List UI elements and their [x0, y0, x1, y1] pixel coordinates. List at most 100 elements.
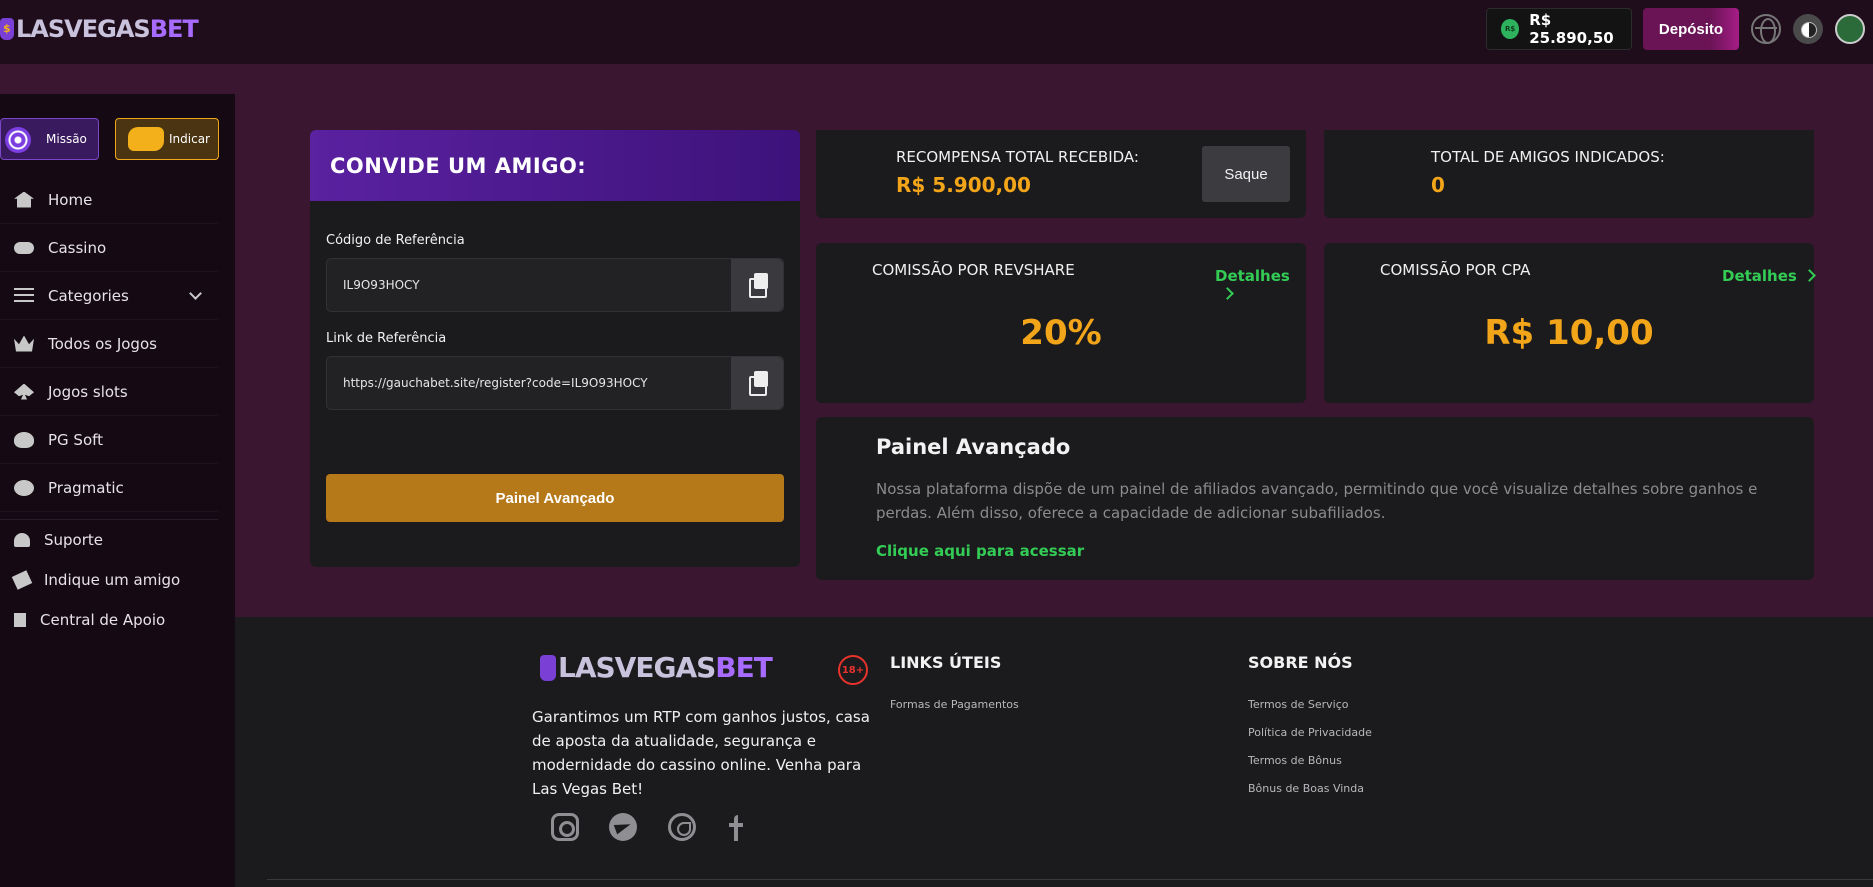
age-restriction-badge: 18+	[838, 655, 868, 685]
referral-link-value: https://gauchabet.site/register?code=IL9…	[343, 376, 648, 390]
about-column-title: SOBRE NÓS	[1248, 653, 1353, 672]
reward-value: R$ 5.900,00	[896, 173, 1031, 197]
reward-label: RECOMPENSA TOTAL RECEBIDA:	[896, 148, 1139, 166]
footer-logo-text-accent: BET	[715, 651, 773, 684]
sidebar-item-jogos-slots[interactable]: Jogos slots	[0, 368, 218, 416]
sidebar: Missão Indicar Home Cassino Categories T…	[0, 94, 235, 887]
cpa-value: R$ 10,00	[1484, 313, 1654, 353]
cpa-label: COMISSÃO POR CPA	[1380, 261, 1531, 279]
link-label: Link de Referência	[326, 331, 447, 346]
revshare-card: COMISSÃO POR REVSHARE Detalhes 20%	[816, 243, 1306, 403]
sidebar-divider	[0, 512, 218, 520]
friends-card: TOTAL DE AMIGOS INDICADOS: 0	[1324, 130, 1814, 218]
referral-code-field[interactable]: IL9O93HOCY	[326, 258, 784, 312]
footer-link-payments[interactable]: Formas de Pagamentos	[890, 698, 1019, 711]
cpa-card: COMISSÃO POR CPA Detalhes R$ 10,00	[1324, 243, 1814, 403]
invite-title: CONVIDE UM AMIGO:	[310, 130, 800, 201]
sidebar-item-cassino[interactable]: Cassino	[0, 224, 218, 272]
paw-icon	[14, 431, 34, 448]
indicar-label: Indicar	[169, 132, 210, 146]
footer-logo-text-main: LASVEGAS	[558, 651, 716, 684]
spade-icon	[14, 383, 34, 400]
sidebar-item-label: Indique um amigo	[44, 571, 181, 589]
sidebar-item-pragmatic[interactable]: Pragmatic	[0, 464, 218, 512]
coins-icon	[128, 127, 164, 151]
gamepad-icon	[14, 241, 34, 254]
chevron-down-icon[interactable]	[189, 287, 202, 300]
logo-text-accent: BET	[149, 15, 199, 43]
footer-link-bonus-terms[interactable]: Termos de Bônus	[1248, 754, 1342, 767]
logo-text-main: LASVEGAS	[16, 15, 151, 43]
advanced-panel-title: Painel Avançado	[876, 435, 1071, 459]
indicar-button[interactable]: Indicar	[115, 118, 219, 160]
money-bag-icon	[0, 18, 14, 40]
revshare-details-link[interactable]: Detalhes	[1215, 267, 1306, 303]
sidebar-menu: Home Cassino Categories Todos os Jogos J…	[0, 176, 218, 640]
sidebar-item-label: Home	[48, 190, 93, 209]
footer-link-privacy[interactable]: Política de Privacidade	[1248, 726, 1372, 739]
telegram-icon[interactable]	[609, 813, 637, 841]
pragmatic-icon	[14, 479, 34, 496]
sidebar-item-categories[interactable]: Categories	[0, 272, 218, 320]
sidebar-item-suporte[interactable]: Suporte	[0, 520, 218, 560]
theme-toggle-icon[interactable]	[1793, 14, 1823, 44]
target-icon	[5, 127, 31, 153]
globe-icon[interactable]	[1751, 14, 1781, 44]
copy-icon[interactable]	[731, 357, 783, 409]
deposit-button[interactable]: Depósito	[1643, 8, 1739, 50]
sidebar-item-todos-jogos[interactable]: Todos os Jogos	[0, 320, 218, 368]
sidebar-item-label: Cassino	[48, 238, 107, 257]
friends-label: TOTAL DE AMIGOS INDICADOS:	[1431, 148, 1665, 166]
links-column-title: LINKS ÚTEIS	[890, 653, 1002, 672]
sidebar-item-indique-amigo[interactable]: Indique um amigo	[0, 560, 218, 600]
list-icon	[14, 287, 34, 304]
document-icon	[14, 613, 26, 627]
advanced-panel-button[interactable]: Painel Avançado	[326, 474, 784, 522]
crown-icon	[14, 335, 34, 352]
sidebar-item-home[interactable]: Home	[0, 176, 218, 224]
footer-description: Garantimos um RTP com ganhos justos, cas…	[532, 708, 870, 798]
revshare-label: COMISSÃO POR REVSHARE	[872, 261, 1075, 279]
home-icon	[14, 191, 34, 208]
revshare-value: 20%	[1020, 313, 1102, 353]
ticket-icon	[11, 570, 33, 590]
avatar[interactable]	[1835, 14, 1865, 44]
site-logo[interactable]: LASVEGAS BET	[0, 12, 199, 46]
invite-card: CONVIDE UM AMIGO: Código de Referência I…	[310, 130, 800, 567]
balance-value: R$ 25.890,50	[1529, 11, 1614, 47]
footer-logo[interactable]: LASVEGAS BET	[540, 651, 773, 684]
cpa-details-link[interactable]: Detalhes	[1722, 267, 1814, 285]
code-label: Código de Referência	[326, 233, 465, 248]
coin-icon: R$	[1501, 19, 1520, 39]
sidebar-item-label: Central de Apoio	[40, 611, 166, 629]
referral-link-field[interactable]: https://gauchabet.site/register?code=IL9…	[326, 356, 784, 410]
whatsapp-icon[interactable]	[668, 813, 696, 841]
sidebar-item-label: Pragmatic	[48, 478, 124, 497]
instagram-icon[interactable]	[551, 813, 579, 841]
footer-divider	[267, 879, 1873, 880]
sidebar-item-label: Jogos slots	[48, 382, 128, 401]
saque-button[interactable]: Saque	[1202, 146, 1290, 202]
advanced-panel-card: Painel Avançado Nossa plataforma dispõe …	[816, 417, 1814, 580]
copy-icon[interactable]	[731, 259, 783, 311]
referral-code-value: IL9O93HOCY	[343, 278, 420, 292]
sidebar-item-pg-soft[interactable]: PG Soft	[0, 416, 218, 464]
sidebar-item-label: Suporte	[44, 531, 104, 549]
friends-value: 0	[1431, 173, 1445, 197]
headset-icon	[14, 533, 30, 547]
sidebar-item-label: PG Soft	[48, 430, 104, 449]
advanced-panel-description: Nossa plataforma dispõe de um painel de …	[876, 480, 1758, 522]
footer-link-welcome-bonus[interactable]: Bônus de Boas Vinda	[1248, 782, 1364, 795]
advanced-panel-access-link[interactable]: Clique aqui para acessar	[876, 542, 1084, 560]
facebook-icon[interactable]	[727, 813, 745, 841]
missao-label: Missão	[46, 132, 87, 146]
sidebar-item-label: Categories	[48, 286, 129, 305]
top-header: LASVEGAS BET R$ R$ 25.890,50 Depósito	[0, 0, 1873, 64]
reward-card: RECOMPENSA TOTAL RECEBIDA: R$ 5.900,00 S…	[816, 130, 1306, 218]
sidebar-item-central-apoio[interactable]: Central de Apoio	[0, 600, 218, 640]
sidebar-item-label: Todos os Jogos	[48, 334, 157, 353]
footer-link-terms[interactable]: Termos de Serviço	[1248, 698, 1348, 711]
balance-display[interactable]: R$ R$ 25.890,50	[1486, 8, 1632, 50]
footer: LASVEGAS BET 18+ Garantimos um RTP com g…	[235, 617, 1873, 887]
missao-button[interactable]: Missão	[0, 118, 99, 160]
